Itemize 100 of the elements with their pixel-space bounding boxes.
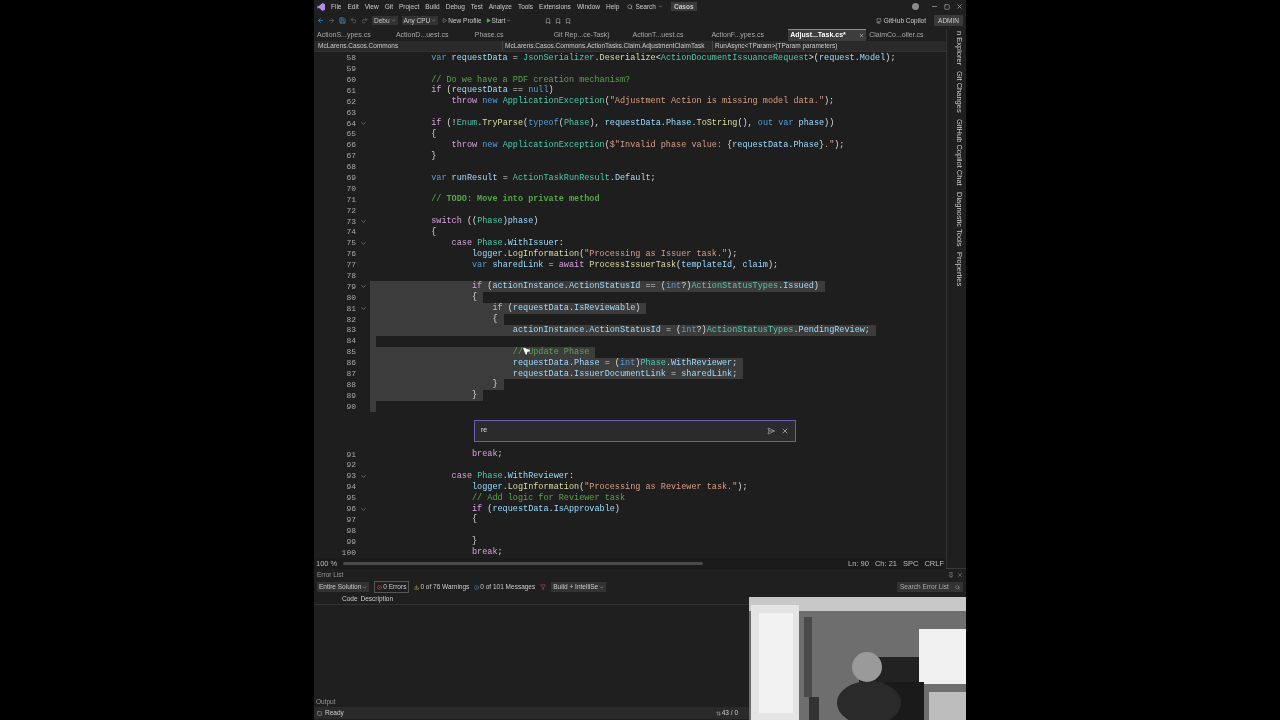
collapse-icon[interactable] [359, 505, 367, 513]
line-number: 69 [345, 173, 356, 183]
caret-icon [506, 18, 512, 23]
caret-icon [362, 584, 368, 590]
line-number: 67 [345, 151, 356, 162]
maximize-icon[interactable] [944, 3, 950, 10]
line-number: 59 [345, 64, 356, 75]
status-icon [317, 710, 322, 716]
search-icon [955, 584, 960, 590]
code-line: // Do we have a PDF creation mechanism? [430, 74, 632, 85]
code-line: case Phase.WithReviewer: [450, 470, 576, 482]
line-number: 58 [345, 53, 356, 64]
code-line: logger.LogInformation("Processing as Issuer task."); [471, 248, 739, 260]
line-number: 83 [345, 325, 356, 336]
line-number: 81 [345, 303, 356, 314]
line-number: 79 [345, 281, 356, 292]
code-line: throw new ApplicationException($"Invalid phase value: {requestData.Phase}."); [450, 139, 846, 151]
line-number: 97 [345, 514, 356, 525]
line-number: 60 [345, 74, 356, 85]
line-number: 72 [345, 205, 356, 216]
code-line: // Add logic for Reviewer task [471, 492, 627, 504]
line-number: 71 [345, 194, 356, 205]
line-number: 63 [345, 107, 356, 118]
undo-icon[interactable] [350, 17, 357, 24]
caret-icon [599, 584, 605, 590]
line-number: 98 [345, 525, 356, 536]
line-number: 75 [345, 238, 356, 249]
line-number: 90 [345, 401, 356, 412]
collapse-icon[interactable] [359, 218, 367, 226]
send-icon[interactable] [767, 426, 775, 435]
line-number: 76 [345, 249, 356, 260]
line-number: 88 [345, 379, 356, 390]
line-number: 84 [345, 336, 356, 347]
code-line: { [471, 514, 479, 526]
code-line: switch ((Phase)phase) [430, 216, 540, 227]
error-icon [377, 584, 383, 590]
code-line: if (requestData.IsApprovable) [471, 503, 621, 514]
collapse-icon[interactable] [359, 472, 367, 480]
account-icon[interactable] [912, 3, 919, 10]
line-number: 77 [345, 260, 356, 271]
play-icon [485, 18, 491, 23]
collapse-icon[interactable] [359, 305, 367, 313]
caret-icon [658, 4, 663, 9]
code-line: var sharedLink = await ProcessIssuerTask(templateId, claim); [471, 259, 780, 271]
code-line: var requestData = JsonSerializer.Deserialize<ActionDocumentIssuanceRequest>(request.Model); [430, 52, 897, 64]
code-line: var runResult = ActionTaskRunResult.Default; [430, 172, 657, 184]
code-line: logger.LogInformation("Processing as Reviewer task."); [471, 481, 749, 493]
collapse-icon[interactable] [359, 120, 367, 128]
code-line: } [471, 536, 479, 547]
minimize-icon[interactable] [931, 3, 938, 10]
line-number: 61 [345, 85, 356, 96]
line-number: 82 [345, 314, 356, 325]
forward-icon[interactable] [328, 17, 335, 24]
code-line: if (!Enum.TryParse(typeof(Phase), requestData.Phase.ToString(), out var phase)) [430, 118, 836, 129]
code-line: { [430, 227, 438, 238]
caret-icon [390, 18, 396, 23]
line-number: 92 [345, 460, 356, 471]
close-icon[interactable] [957, 571, 963, 578]
line-number: 96 [345, 504, 356, 515]
caret-icon [431, 18, 437, 23]
collapse-icon[interactable] [359, 283, 367, 291]
line-number: 87 [345, 369, 356, 379]
line-number: 89 [345, 390, 356, 401]
line-number: 73 [345, 216, 356, 227]
horizontal-scrollbar[interactable] [343, 562, 704, 566]
line-number: 95 [345, 493, 356, 504]
back-icon[interactable] [317, 17, 324, 24]
search-icon [627, 3, 634, 10]
code-line: break; [471, 547, 504, 559]
line-number: 80 [345, 292, 356, 303]
collapse-icon[interactable] [359, 239, 367, 247]
close-icon[interactable] [956, 3, 963, 10]
line-number: 94 [345, 482, 356, 493]
line-number: 86 [345, 358, 356, 369]
line-number: 99 [345, 536, 356, 547]
line-number: 70 [345, 183, 356, 194]
warning-icon [414, 584, 420, 590]
filter-icon[interactable] [540, 584, 547, 590]
app-logo-icon [317, 2, 325, 11]
line-number: 78 [345, 271, 356, 281]
redo-icon[interactable] [361, 17, 368, 24]
line-number: 91 [345, 449, 356, 460]
line-number: 93 [345, 471, 356, 482]
line-number: 68 [345, 162, 356, 173]
play-icon [442, 18, 448, 23]
line-number: 65 [345, 129, 356, 140]
line-number: 66 [345, 140, 356, 151]
code-line: break; [471, 449, 504, 461]
line-number: 100 [340, 547, 356, 558]
close-icon[interactable] [781, 426, 789, 435]
line-number: 62 [345, 96, 356, 107]
code-line: // TODO: Move into private method [430, 194, 601, 206]
code-line: { [430, 129, 438, 140]
line-number: 74 [345, 227, 356, 238]
line-number: 85 [345, 347, 356, 358]
line-number: 64 [345, 118, 356, 129]
code-line: } [430, 150, 438, 162]
sync-icon [715, 710, 721, 716]
code-line: case Phase.WithIssuer: [450, 237, 565, 249]
code-line: throw new ApplicationException("Adjustment Action is missing model data."); [450, 96, 836, 108]
